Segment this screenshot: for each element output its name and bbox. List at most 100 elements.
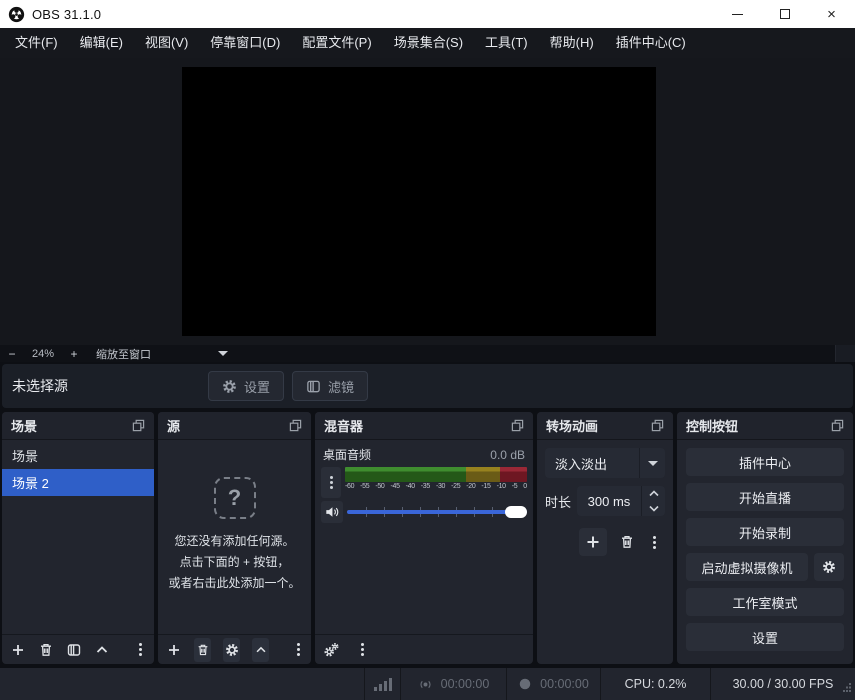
minimize-button[interactable]	[714, 0, 761, 28]
spin-up-button[interactable]	[642, 486, 665, 501]
status-bar-wrap: 00:00:00 00:00:00 CPU: 0.2% 30.00 / 30.0…	[0, 666, 855, 700]
mixer-more-button[interactable]	[355, 642, 369, 658]
sources-empty-text: 您还没有添加任何源。点击下面的 + 按钮，或者右击此处添加一个。	[168, 531, 300, 594]
add-source-button[interactable]	[166, 642, 182, 658]
move-scene-up-button[interactable]	[94, 642, 110, 658]
scenes-dock: 场景 场景 场景 2	[2, 412, 154, 664]
scene-item[interactable]: 场景 2	[2, 469, 154, 496]
popout-icon[interactable]	[831, 419, 844, 432]
scenes-more-button[interactable]	[134, 642, 146, 658]
source-filters-button[interactable]: 滤镜	[292, 371, 368, 401]
meter-tick-label: -45	[390, 483, 399, 490]
popout-icon[interactable]	[289, 419, 302, 432]
maximize-icon	[780, 9, 790, 19]
settings-button[interactable]: 设置	[686, 623, 844, 651]
controls-title: 控制按钮	[686, 416, 738, 435]
maximize-button[interactable]	[761, 0, 808, 28]
menu-item[interactable]: 视图(V)	[134, 28, 199, 58]
duration-spinbox[interactable]: 300 ms	[577, 486, 665, 516]
sources-empty-state[interactable]: ? 您还没有添加任何源。点击下面的 + 按钮，或者右击此处添加一个。	[158, 440, 311, 634]
transition-more-button[interactable]	[647, 534, 661, 550]
question-mark-icon: ?	[214, 477, 256, 519]
sources-dock: 源 ? 您还没有添加任何源。点击下面的 + 按钮，或者右击此处添加一个。	[158, 412, 311, 664]
start-recording-button[interactable]: 开始录制	[686, 518, 844, 546]
plugin-center-button[interactable]: 插件中心	[686, 448, 844, 476]
menu-item[interactable]: 文件(F)	[4, 28, 69, 58]
scene-item-label: 场景	[12, 446, 38, 465]
sources-more-button[interactable]	[293, 642, 303, 658]
duration-value: 300 ms	[577, 486, 641, 516]
scene-transitions-dock: 转场动画 淡入淡出 时长 300 ms	[537, 412, 673, 664]
signal-bars-icon	[374, 678, 392, 691]
source-properties-button[interactable]: 设置	[208, 371, 284, 401]
fit-to-window-label[interactable]: 缩放至窗口	[96, 346, 214, 362]
add-transition-button[interactable]	[579, 528, 607, 556]
meter-tick-label: -50	[375, 483, 384, 490]
menu-item[interactable]: 配置文件(P)	[291, 28, 382, 58]
virtual-camera-settings-button[interactable]	[814, 553, 844, 581]
slider-handle[interactable]	[505, 506, 527, 518]
transitions-title: 转场动画	[546, 416, 598, 435]
meter-tick-label: -55	[360, 483, 369, 490]
transition-select[interactable]: 淡入淡出	[545, 448, 665, 478]
controls-header: 控制按钮	[677, 412, 853, 440]
sources-title: 源	[167, 416, 180, 435]
remove-transition-button[interactable]	[619, 534, 635, 550]
volume-meter	[345, 467, 527, 482]
mute-button[interactable]	[321, 501, 343, 523]
menu-item[interactable]: 编辑(E)	[69, 28, 134, 58]
scenes-title: 场景	[11, 416, 37, 435]
zoom-in-button[interactable]: +	[62, 347, 86, 361]
preview-scroll-corner	[835, 345, 855, 362]
remove-scene-button[interactable]	[38, 642, 54, 658]
window-title: OBS 31.1.0	[32, 7, 101, 22]
scene-filters-button[interactable]	[66, 642, 82, 658]
mixer-source-menu-button[interactable]	[321, 467, 341, 498]
minimize-icon	[732, 14, 743, 15]
meter-tick-label: -60	[345, 483, 354, 490]
close-button[interactable]: ×	[808, 0, 855, 28]
scenes-toolbar	[2, 634, 154, 664]
docks-row: 场景 场景 场景 2	[0, 410, 855, 666]
start-streaming-button[interactable]: 开始直播	[686, 483, 844, 511]
transitions-header: 转场动画	[537, 412, 673, 440]
volume-db-label: 0.0 dB	[490, 448, 525, 462]
remove-source-button[interactable]	[194, 638, 211, 662]
scene-item[interactable]: 场景	[2, 442, 154, 469]
menu-item[interactable]: 插件中心(C)	[605, 28, 697, 58]
add-scene-button[interactable]	[10, 642, 26, 658]
meter-tick-label: -25	[451, 483, 460, 490]
duration-spin-arrows	[641, 486, 665, 516]
sources-header: 源	[158, 412, 311, 440]
resize-grip-icon[interactable]	[842, 679, 852, 697]
preview-canvas[interactable]	[182, 67, 656, 336]
zoom-dropdown-caret-icon[interactable]	[218, 351, 228, 356]
cpu-usage-value: CPU: 0.2%	[625, 677, 687, 691]
scenes-header: 场景	[2, 412, 154, 440]
spin-down-button[interactable]	[642, 501, 665, 516]
popout-icon[interactable]	[511, 419, 524, 432]
popout-icon[interactable]	[651, 419, 664, 432]
meter-scale: -60-55-50-45-40-35-30-25-20-15-10-50	[345, 483, 527, 490]
scene-item-label: 场景 2	[12, 473, 49, 492]
move-source-up-button[interactable]	[252, 638, 269, 662]
advanced-audio-properties-button[interactable]	[323, 642, 339, 658]
menu-item[interactable]: 帮助(H)	[539, 28, 605, 58]
duration-label: 时长	[545, 492, 577, 511]
record-time-value: 00:00:00	[540, 677, 589, 691]
obs-window: OBS 31.1.0 × 文件(F)编辑(E)视图(V)停靠窗口(D)配置文件(…	[0, 0, 855, 700]
menu-item[interactable]: 停靠窗口(D)	[199, 28, 291, 58]
cpu-usage: CPU: 0.2%	[600, 668, 710, 700]
menu-item[interactable]: 工具(T)	[474, 28, 539, 58]
zoom-out-button[interactable]: −	[0, 347, 24, 361]
popout-icon[interactable]	[132, 419, 145, 432]
gear-icon	[222, 379, 237, 394]
sources-empty-line: 点击下面的 + 按钮，	[168, 552, 300, 573]
menu-item[interactable]: 场景集合(S)	[383, 28, 474, 58]
source-toolbar-wrap: 未选择源 设置 滤镜	[0, 362, 855, 410]
source-properties-toolbar-button[interactable]	[223, 638, 240, 662]
volume-slider[interactable]	[347, 505, 527, 519]
studio-mode-button[interactable]: 工作室模式	[686, 588, 844, 616]
start-virtual-camera-button[interactable]: 启动虚拟摄像机	[686, 553, 808, 581]
meter-red-segment	[500, 467, 527, 482]
